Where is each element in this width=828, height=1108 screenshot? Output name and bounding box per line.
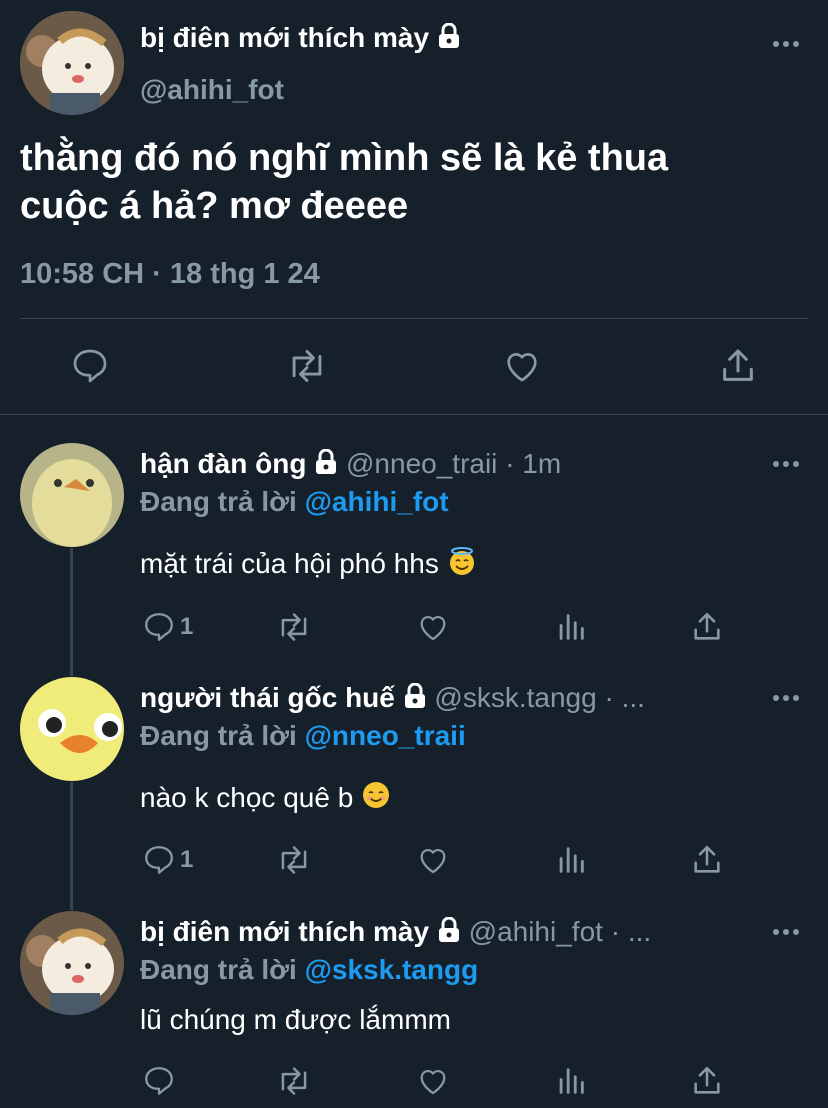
analytics-icon[interactable] xyxy=(554,610,588,644)
reply1-reply-count: 1 xyxy=(180,613,194,640)
lock-icon xyxy=(437,917,461,943)
reply3-header: bị điên mới thích mày @ahihi_fot · ... xyxy=(140,916,651,948)
main-divider-top xyxy=(20,318,808,319)
reply-icon[interactable] xyxy=(142,1064,176,1098)
reply1-header: hận đàn ông @nneo_traii · 1m xyxy=(140,448,561,480)
reply3-replying: Đang trả lời @sksk.tangg xyxy=(140,954,478,986)
reply2-replying-prefix: Đang trả lời xyxy=(140,720,297,751)
analytics-icon[interactable] xyxy=(554,1064,588,1098)
reply3-text: lũ chúng m được lắmmm xyxy=(140,1004,451,1035)
reply-icon xyxy=(142,843,176,877)
reply2-handle[interactable]: @sksk.tangg xyxy=(434,682,596,713)
main-tweet-text: thằng đó nó nghĩ mình sẽ là kẻ thua cuộc… xyxy=(20,134,668,230)
like-icon[interactable] xyxy=(416,843,450,877)
reply2-reply-count: 1 xyxy=(180,846,194,873)
like-icon[interactable] xyxy=(416,610,450,644)
reply2-header: người thái gốc huế @sksk.tangg · ... xyxy=(140,682,645,714)
main-handle[interactable]: @ahihi_fot xyxy=(140,74,284,106)
share-icon[interactable] xyxy=(690,610,724,644)
analytics-icon[interactable] xyxy=(554,843,588,877)
reply3-replying-to[interactable]: @sksk.tangg xyxy=(305,954,479,985)
thread-line-2 xyxy=(70,782,73,910)
reply2-text: nào k chọc quê b xyxy=(140,780,391,817)
thread-line-1 xyxy=(70,548,73,676)
reply-icon xyxy=(142,610,176,644)
like-icon[interactable] xyxy=(416,1064,450,1098)
main-avatar[interactable] xyxy=(20,11,124,115)
halo-emoji xyxy=(447,546,477,583)
share-icon[interactable] xyxy=(690,843,724,877)
like-icon[interactable] xyxy=(502,346,542,386)
share-icon[interactable] xyxy=(690,1064,724,1098)
reply2-time[interactable]: · ... xyxy=(604,682,644,713)
reply2-replying-to[interactable]: @nneo_traii xyxy=(305,720,466,751)
reply3-avatar[interactable] xyxy=(20,911,124,1015)
retweet-icon[interactable] xyxy=(276,843,312,877)
retweet-icon[interactable] xyxy=(276,1064,312,1098)
reply1-time[interactable]: · 1m xyxy=(505,448,561,479)
reply1-replying: Đang trả lời @ahihi_fot xyxy=(140,486,449,518)
reply1-handle[interactable]: @nneo_traii xyxy=(346,448,497,479)
reply1-avatar[interactable] xyxy=(20,443,124,547)
reply1-display-name[interactable]: hận đàn ông xyxy=(140,448,306,479)
reply2-avatar[interactable] xyxy=(20,677,124,781)
reply2-text-content: nào k chọc quê b xyxy=(140,782,354,813)
more-icon[interactable] xyxy=(772,928,800,936)
main-display-name[interactable]: bị điên mới thích mày xyxy=(140,22,461,54)
main-display-name-text: bị điên mới thích mày xyxy=(140,22,430,53)
reply3-handle[interactable]: @ahihi_fot xyxy=(469,916,603,947)
reply3-time[interactable]: · ... xyxy=(611,916,651,947)
lock-icon xyxy=(437,23,461,49)
main-tweet-text-line2: cuộc á hả? mơ đeeee xyxy=(20,185,409,227)
more-icon[interactable] xyxy=(772,460,800,468)
reply3-display-name[interactable]: bị điên mới thích mày xyxy=(140,916,429,947)
main-timestamp[interactable]: 10:58 CH · 18 thg 1 24 xyxy=(20,258,320,291)
reply1-replying-prefix: Đang trả lời xyxy=(140,486,297,517)
more-icon[interactable] xyxy=(772,694,800,702)
share-icon[interactable] xyxy=(718,346,758,386)
reply-icon[interactable] xyxy=(70,346,110,386)
reply1-reply-action[interactable]: 1 xyxy=(142,610,193,644)
retweet-icon[interactable] xyxy=(286,346,328,386)
lock-icon xyxy=(403,683,427,709)
main-divider-bottom xyxy=(0,414,828,415)
more-icon[interactable] xyxy=(772,40,800,48)
reply1-text-content: mặt trái của hội phó hhs xyxy=(140,548,439,579)
lock-icon xyxy=(314,449,338,475)
reply3-replying-prefix: Đang trả lời xyxy=(140,954,297,985)
main-tweet-text-line1: thằng đó nó nghĩ mình sẽ là kẻ thua xyxy=(20,137,669,179)
reply2-display-name[interactable]: người thái gốc huế xyxy=(140,682,395,713)
reply1-text: mặt trái của hội phó hhs xyxy=(140,546,477,583)
reply2-replying: Đang trả lời @nneo_traii xyxy=(140,720,466,752)
reply1-replying-to[interactable]: @ahihi_fot xyxy=(305,486,449,517)
reply2-reply-action[interactable]: 1 xyxy=(142,843,193,877)
retweet-icon[interactable] xyxy=(276,610,312,644)
smile-emoji xyxy=(361,780,391,817)
